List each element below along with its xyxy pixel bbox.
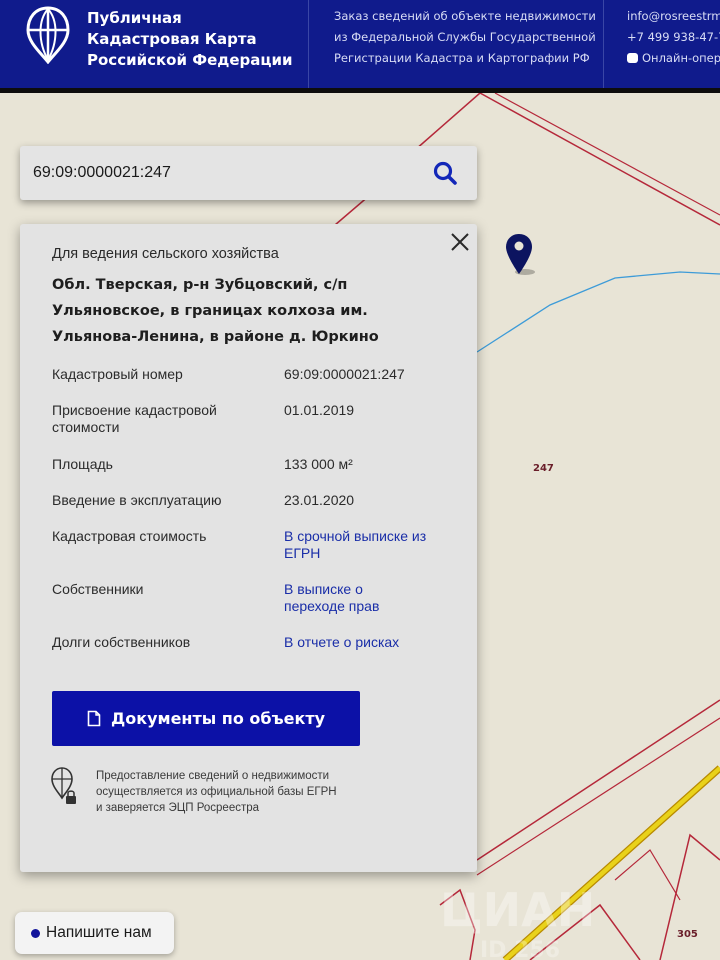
online-label: Онлайн-опера <box>642 51 720 65</box>
order-info: Заказ сведений об объекте недвижимости и… <box>334 6 596 69</box>
header-divider <box>603 0 604 88</box>
parcel-boundary <box>494 93 720 216</box>
commissioning-label: Введение в эксплуатацию <box>52 492 222 508</box>
documents-button-label: Документы по объекту <box>110 709 326 728</box>
parcel-boundary <box>659 833 720 960</box>
watermark-text: ЦИАН <box>440 883 596 937</box>
area-value: 133 000 м² <box>284 456 353 472</box>
cadastral-number-label: Кадастровый номер <box>52 366 183 382</box>
parcel-boundary <box>414 93 481 151</box>
email-link[interactable]: info@rosreestrm <box>627 6 720 27</box>
header-divider <box>308 0 309 88</box>
watermark-id: ID 256 <box>480 938 561 960</box>
object-address: Обл. Тверская, р-н Зубцовский, с/п Ульян… <box>52 277 379 345</box>
egrn-line: Предоставление сведений о недвижимости <box>96 770 330 782</box>
cadastral-number-value: 69:09:0000021:247 <box>284 366 405 382</box>
location-pin-icon[interactable] <box>505 232 535 276</box>
owners-label: Собственники <box>52 581 144 597</box>
write-us-label: Напишите нам <box>46 924 152 941</box>
cadastral-search-input[interactable] <box>33 162 423 184</box>
secure-globe-icon <box>51 767 76 804</box>
valuation-date-value: 01.01.2019 <box>284 402 355 418</box>
area-label: Площадь <box>52 456 113 472</box>
close-icon[interactable] <box>449 231 471 253</box>
cadastral-value-link[interactable]: В срочной выписке из ЕГРН <box>284 528 434 562</box>
chat-bubble-icon <box>627 53 638 63</box>
site-header: Публичная Кадастровая Карта Российской Ф… <box>0 0 720 88</box>
parcel-number-label[interactable]: 247 <box>533 463 554 474</box>
parcel-boundary <box>479 93 720 226</box>
owner-debts-link[interactable]: В отчете о рисках <box>284 634 464 651</box>
order-line: Заказ сведений об объекте недвижимости <box>334 9 596 23</box>
document-icon <box>87 710 101 727</box>
globe-shield-logo-icon[interactable] <box>26 6 70 64</box>
egrn-line: осуществляется из официальной базы ЕГРН <box>96 786 337 798</box>
cadastral-value-label: Кадастровая стоимость <box>52 528 207 544</box>
land-use-type: Для ведения сельского хозяйства <box>52 246 279 262</box>
brand-line: Публичная <box>87 9 182 27</box>
online-status-icon <box>31 928 40 938</box>
egrn-line: и заверяется ЭЦП Росреестра <box>96 802 260 814</box>
site-brand[interactable]: Публичная Кадастровая Карта Российской Ф… <box>87 8 293 71</box>
documents-button[interactable]: Документы по объекту <box>52 691 360 746</box>
commissioning-value: 23.01.2020 <box>284 492 355 508</box>
online-chat-link[interactable]: Онлайн-опера <box>627 48 720 69</box>
parcel-number-label[interactable]: 305 <box>677 929 698 940</box>
egrn-disclaimer: Предоставление сведений о недвижимости о… <box>96 768 337 816</box>
order-line: Регистрации Кадастра и Картографии РФ <box>334 51 590 65</box>
owners-link[interactable]: В выписке о переходе прав <box>284 581 409 615</box>
search-bar <box>20 146 477 200</box>
valuation-date-label: Присвоение кадастровой стоимости <box>52 402 217 435</box>
owner-debts-label: Долги собственников <box>52 634 191 650</box>
brand-line: Кадастровая Карта <box>87 30 257 48</box>
contact-block: info@rosreestrm +7 499 938-47-72 Онлайн-… <box>627 6 720 69</box>
order-line: из Федеральной Службы Государственной <box>334 30 596 44</box>
brand-line: Российской Федерации <box>87 51 293 69</box>
parcel-boundary <box>476 699 720 861</box>
search-icon[interactable] <box>432 160 458 186</box>
phone-link[interactable]: +7 499 938-47-72 <box>627 27 720 48</box>
river-line <box>476 271 720 353</box>
write-us-button[interactable]: Напишите нам <box>15 912 174 954</box>
